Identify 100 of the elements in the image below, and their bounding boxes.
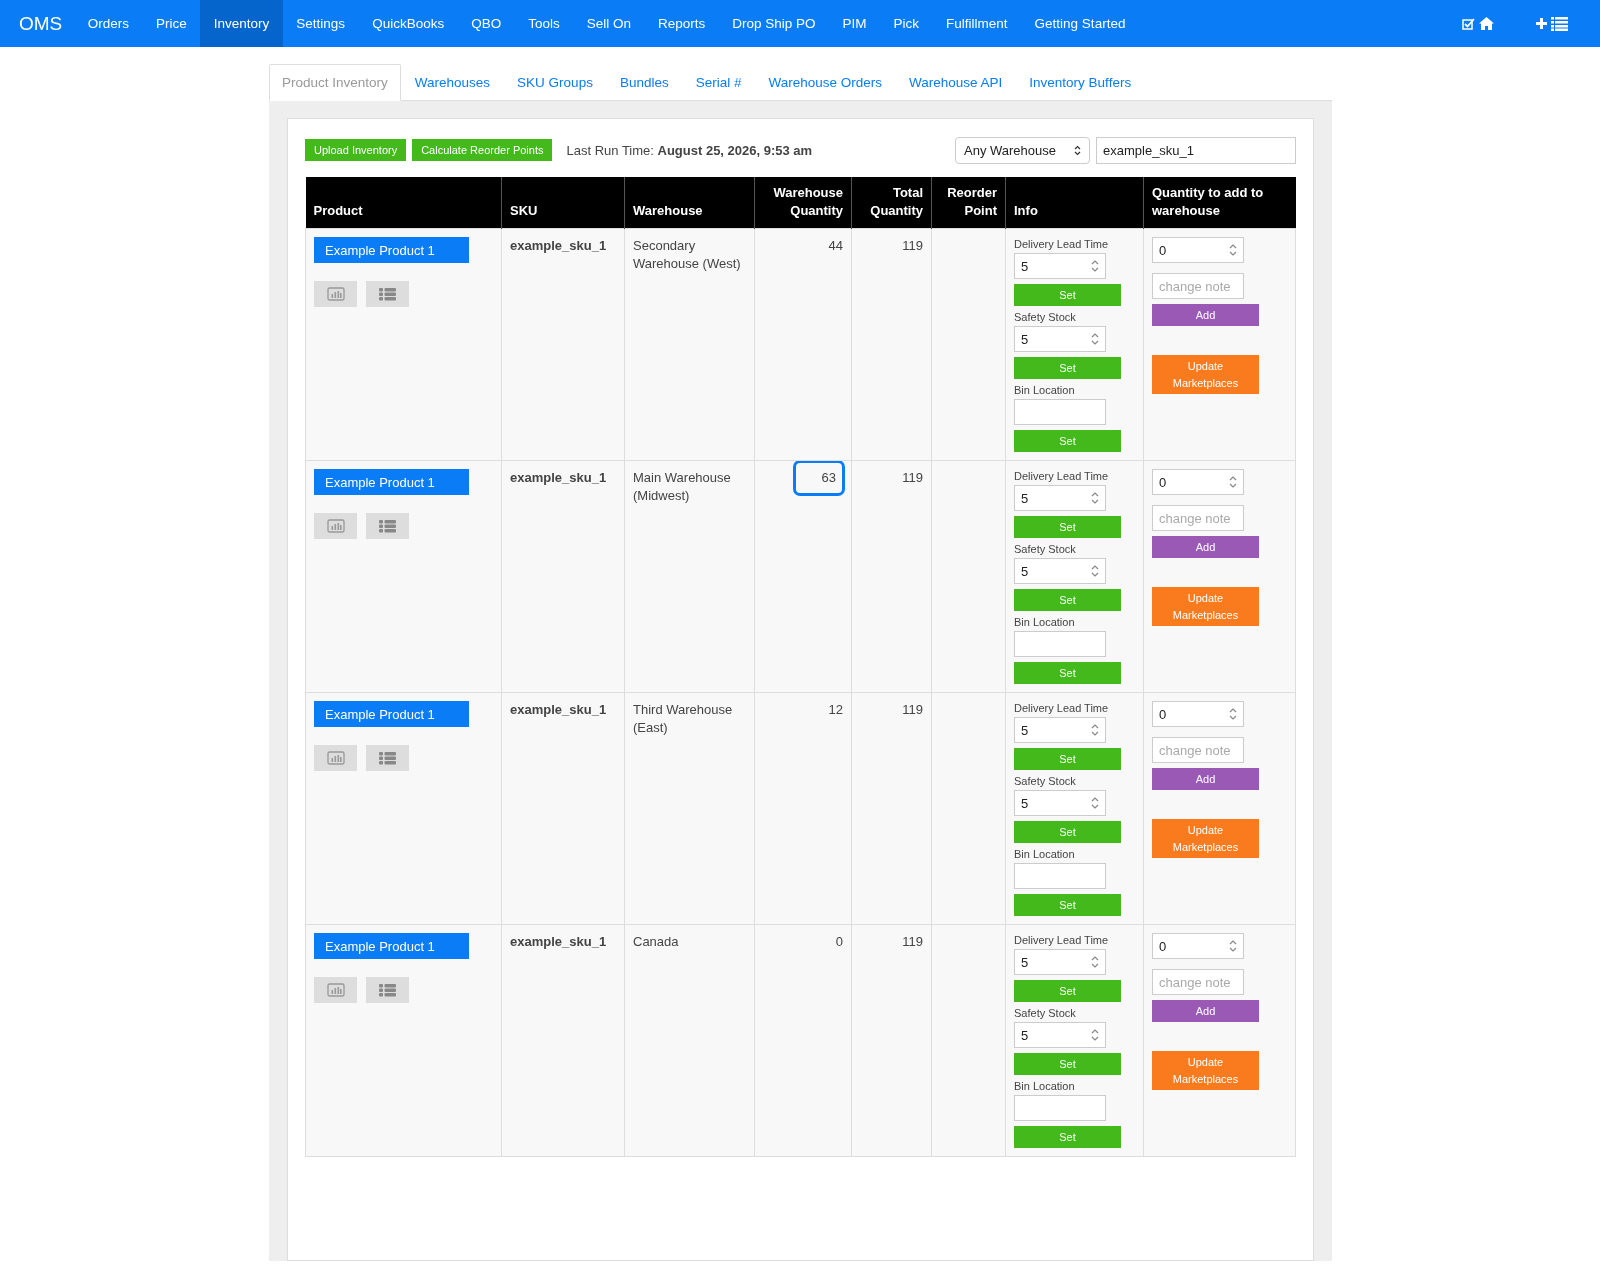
quantity-field[interactable]: 0: [1152, 469, 1244, 495]
warehouse-select[interactable]: Any Warehouse: [955, 136, 1090, 164]
note-field[interactable]: change note: [1152, 969, 1244, 995]
note-field[interactable]: change note: [1152, 505, 1244, 531]
chart-button[interactable]: [314, 281, 357, 307]
action-button[interactable]: Upload Inventory: [305, 139, 407, 161]
nav-item[interactable]: QBO: [457, 0, 515, 47]
spinner-icon[interactable]: [1228, 475, 1238, 489]
input-field[interactable]: 5: [1014, 790, 1106, 816]
spinner-icon[interactable]: [1228, 243, 1238, 257]
set-button[interactable]: Set: [1014, 284, 1121, 306]
nav-item[interactable]: Inventory: [200, 0, 283, 47]
set-button[interactable]: Set: [1014, 357, 1121, 379]
field-label: Bin Location: [1014, 1079, 1076, 1093]
plus-icon[interactable]: [1536, 18, 1547, 29]
tab[interactable]: Inventory Buffers: [1016, 64, 1145, 101]
home-icon[interactable]: [1479, 17, 1494, 30]
list-button[interactable]: [366, 745, 409, 771]
nav-item[interactable]: Reports: [644, 0, 719, 47]
input-field[interactable]: [1014, 863, 1106, 889]
list-button[interactable]: [366, 281, 409, 307]
product-button[interactable]: Example Product 1: [314, 701, 469, 727]
checkbox-icon[interactable]: [1462, 17, 1475, 30]
nav-item[interactable]: Getting Started: [1021, 0, 1139, 47]
list-button[interactable]: [366, 977, 409, 1003]
input-field[interactable]: 5: [1014, 485, 1106, 511]
tab[interactable]: Product Inventory: [269, 64, 401, 101]
update-marketplaces-button[interactable]: Update Marketplaces: [1152, 1051, 1259, 1090]
nav-item[interactable]: Tools: [514, 0, 574, 47]
spinner-icon[interactable]: [1090, 796, 1100, 810]
list-button[interactable]: [366, 513, 409, 539]
set-button[interactable]: Set: [1014, 430, 1121, 452]
nav-item[interactable]: PIM: [829, 0, 881, 47]
tab[interactable]: Warehouse API: [896, 64, 1016, 101]
spinner-icon[interactable]: [1090, 491, 1100, 505]
quantity-field[interactable]: 0: [1152, 933, 1244, 959]
nav-item[interactable]: Orders: [74, 0, 143, 47]
input-field[interactable]: [1014, 399, 1106, 425]
note-field[interactable]: change note: [1152, 737, 1244, 763]
product-button[interactable]: Example Product 1: [314, 237, 469, 263]
spinner-icon[interactable]: [1228, 939, 1238, 953]
list-icon[interactable]: [1551, 16, 1568, 31]
tab[interactable]: Serial #: [682, 64, 755, 101]
set-button[interactable]: Set: [1014, 821, 1121, 843]
column-header: Total Quantity: [851, 177, 932, 229]
update-marketplaces-button[interactable]: Update Marketplaces: [1152, 587, 1259, 626]
spinner-icon[interactable]: [1090, 723, 1100, 737]
set-button[interactable]: Set: [1014, 589, 1121, 611]
nav-item[interactable]: QuickBooks: [358, 0, 458, 47]
nav-item[interactable]: Pick: [880, 0, 933, 47]
sku-search-field[interactable]: example_sku_1: [1096, 136, 1296, 164]
input-field[interactable]: [1014, 1095, 1106, 1121]
spinner-icon[interactable]: [1090, 259, 1100, 273]
nav-item[interactable]: Settings: [282, 0, 359, 47]
input-field[interactable]: 5: [1014, 558, 1106, 584]
tab[interactable]: Warehouses: [401, 64, 504, 101]
input-field[interactable]: 5: [1014, 253, 1106, 279]
tab[interactable]: SKU Groups: [504, 64, 606, 101]
set-button[interactable]: Set: [1014, 748, 1121, 770]
field-label: Safety Stock: [1014, 774, 1077, 788]
set-button[interactable]: Set: [1014, 1053, 1121, 1075]
set-button[interactable]: Set: [1014, 894, 1121, 916]
input-field[interactable]: 5: [1014, 326, 1106, 352]
input-field[interactable]: 5: [1014, 717, 1106, 743]
product-button[interactable]: Example Product 1: [314, 933, 469, 959]
quantity-field[interactable]: 0: [1152, 701, 1244, 727]
tab[interactable]: Warehouse Orders: [755, 64, 895, 101]
nav-item[interactable]: Price: [142, 0, 201, 47]
add-button[interactable]: Add: [1152, 304, 1259, 326]
brand-logo[interactable]: OMS: [19, 0, 63, 47]
add-button[interactable]: Add: [1152, 1000, 1259, 1022]
spinner-icon[interactable]: [1090, 332, 1100, 346]
set-button[interactable]: Set: [1014, 980, 1121, 1002]
chart-button[interactable]: [314, 745, 357, 771]
update-marketplaces-button[interactable]: Update Marketplaces: [1152, 355, 1259, 394]
spinner-icon[interactable]: [1090, 564, 1100, 578]
set-button[interactable]: Set: [1014, 662, 1121, 684]
nav-item[interactable]: Fulfillment: [932, 0, 1022, 47]
product-button[interactable]: Example Product 1: [314, 469, 469, 495]
spinner-icon[interactable]: [1090, 1028, 1100, 1042]
nav-item[interactable]: Drop Ship PO: [718, 0, 830, 47]
column-header: SKU: [501, 177, 625, 229]
quantity-field[interactable]: 0: [1152, 237, 1244, 263]
add-button[interactable]: Add: [1152, 768, 1259, 790]
input-field[interactable]: 5: [1014, 949, 1106, 975]
spinner-icon[interactable]: [1090, 955, 1100, 969]
tab[interactable]: Bundles: [606, 64, 682, 101]
set-button[interactable]: Set: [1014, 1126, 1121, 1148]
input-field[interactable]: [1014, 631, 1106, 657]
set-button[interactable]: Set: [1014, 516, 1121, 538]
input-field[interactable]: 5: [1014, 1022, 1106, 1048]
spinner-icon[interactable]: [1228, 707, 1238, 721]
action-button[interactable]: Calculate Reorder Points: [412, 139, 553, 161]
chart-button[interactable]: [314, 513, 357, 539]
note-field[interactable]: change note: [1152, 273, 1244, 299]
add-button[interactable]: Add: [1152, 536, 1259, 558]
nav-item[interactable]: Sell On: [573, 0, 645, 47]
update-marketplaces-button[interactable]: Update Marketplaces: [1152, 819, 1259, 858]
chart-button[interactable]: [314, 977, 357, 1003]
column-header: Warehouse: [624, 177, 755, 229]
